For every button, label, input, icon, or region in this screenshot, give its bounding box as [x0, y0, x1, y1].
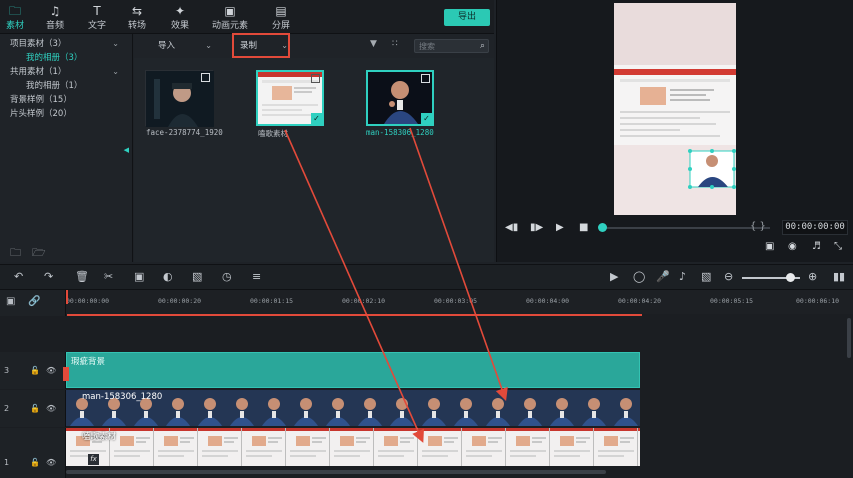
annotation-arrow — [284, 129, 424, 443]
annotation-arrows — [284, 127, 508, 443]
annotation-arrow — [409, 127, 508, 402]
fx-badge[interactable]: fx — [88, 454, 99, 465]
video-editor-window: 🗀 素材 ♫ 音频 T 文字 ⇆ 转场 ✦ 效果 ▣ 动画元素 ▤ 分屏 导出 — [0, 0, 853, 478]
clip-label: 嗑歌素材 — [82, 432, 117, 442]
clip-label: man-158306_1280 — [82, 392, 163, 402]
